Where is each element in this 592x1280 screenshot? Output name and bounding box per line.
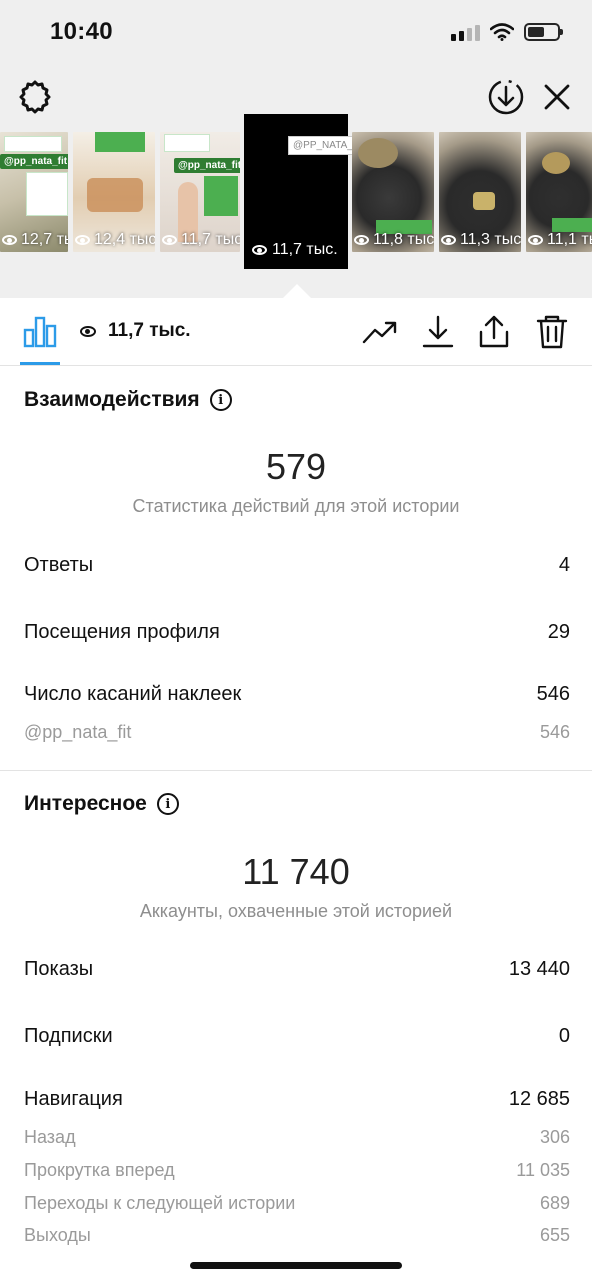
story-thumbnail[interactable]: @pp_nata_fit 11,7 тыс.: [160, 132, 240, 252]
stat-row: Число касаний наклеек 546: [24, 683, 570, 706]
eye-icon: [75, 235, 90, 245]
story-header-area: 10:40 @pp_nata_fit 12,7 т 12,4 тыс. @pp_…: [0, 0, 592, 298]
selected-pointer: [283, 284, 311, 298]
story-thumbnail-selected[interactable]: @PP_NATA_FIT 11,7 тыс.: [244, 114, 373, 269]
home-indicator[interactable]: [190, 1262, 402, 1269]
stat-row: Подписки 0: [24, 1025, 570, 1048]
status-icons: [451, 20, 563, 44]
story-thumbnail[interactable]: 11,3 тыс.: [439, 132, 521, 252]
eye-icon: [252, 245, 267, 255]
download-icon[interactable]: [420, 314, 456, 350]
thumbnail-views: 11,1 тыс.: [528, 231, 592, 249]
stat-value: 546: [539, 722, 570, 742]
thumbnail-views: 11,7 тыс.: [252, 241, 338, 259]
stat-value: 689: [539, 1193, 570, 1213]
trash-icon[interactable]: [534, 314, 570, 350]
battery-icon: [524, 23, 563, 41]
story-thumbnail[interactable]: @pp_nata_fit 12,7 тыс.: [0, 132, 68, 252]
stat-value: 546: [536, 683, 570, 705]
info-icon[interactable]: i: [156, 793, 179, 815]
gear-icon[interactable]: [16, 78, 54, 116]
thumbnail-views: 11,8 тыс.: [354, 231, 434, 249]
eye-icon: [2, 235, 17, 245]
stat-subrow: Переходы к следующей истории 689: [24, 1193, 570, 1214]
wifi-icon: [490, 23, 514, 41]
stat-subrow: @pp_nata_fit 546: [24, 722, 570, 743]
stat-label: @pp_nata_fit: [24, 722, 132, 742]
story-thumbnail[interactable]: 12,4 тыс.: [73, 132, 155, 252]
story-thumbnail[interactable]: 11,1 тыс.: [526, 132, 592, 252]
trending-icon[interactable]: [362, 314, 398, 350]
stat-value: 306: [539, 1127, 570, 1147]
thumbnail-views: 12,4 тыс.: [75, 231, 155, 249]
thumbnail-views: 11,3 тыс.: [441, 231, 521, 249]
eye-icon: [80, 325, 96, 337]
status-time: 10:40: [50, 18, 113, 45]
thumbnail-views: 11,7 тыс.: [162, 231, 240, 249]
stat-value: 0: [558, 1025, 570, 1047]
stat-value: 12 685: [508, 1088, 570, 1110]
stat-value: 13 440: [508, 958, 570, 980]
signal-icon: [451, 23, 480, 41]
thumbnail-handle: @pp_nata_fit: [174, 158, 240, 173]
thumbnail-views: 12,7 тыс.: [2, 231, 68, 249]
thumbnail-handle: @pp_nata_fit: [0, 154, 68, 169]
stat-value: 4: [558, 554, 570, 576]
status-bar: 10:40: [0, 0, 592, 64]
stat-subrow: Выходы 655: [24, 1225, 570, 1246]
discovery-title: Интересное i: [24, 792, 179, 816]
thumbnail-caption: [4, 136, 62, 152]
thumbnail-photo: [542, 152, 570, 174]
eye-icon: [528, 235, 543, 245]
stat-label: Число касаний наклеек: [24, 683, 242, 705]
insights-toolbar: 11,7 тыс.: [0, 298, 592, 366]
stat-label: Переходы к следующей истории: [24, 1193, 296, 1213]
discovery-total: 11 740: [242, 851, 350, 892]
stat-row: Показы 13 440: [24, 958, 570, 981]
toolbar-views-count: 11,7 тыс.: [108, 320, 191, 341]
stat-value: 29: [547, 621, 570, 643]
stat-label: Показы: [24, 958, 94, 980]
thumbnail-caption: [204, 176, 238, 216]
thumbnail-caption: [95, 132, 145, 152]
stat-label: Посещения профиля: [24, 621, 220, 643]
interactions-total: 579: [265, 446, 327, 487]
download-circle-icon[interactable]: [487, 78, 525, 116]
thumbnail-caption: [164, 134, 210, 152]
stat-label: Прокрутка вперед: [24, 1160, 175, 1180]
discovery-subtitle: Аккаунты, охваченные этой историей: [139, 901, 453, 921]
info-icon[interactable]: i: [209, 389, 232, 411]
stat-subrow: Прокрутка вперед 11 035: [24, 1160, 570, 1181]
stat-value: 11 035: [516, 1160, 570, 1180]
thumbnail-photo: [473, 192, 495, 210]
stat-subrow: Назад 306: [24, 1127, 570, 1148]
interactions-title: Взаимодействия i: [24, 388, 232, 412]
stat-label: Ответы: [24, 554, 94, 576]
eye-icon: [441, 235, 456, 245]
story-thumbnail[interactable]: 11,8 тыс.: [352, 132, 434, 252]
eye-icon: [354, 235, 369, 245]
close-icon[interactable]: [540, 80, 574, 114]
stat-row: Ответы 4: [24, 554, 570, 577]
stat-label: Выходы: [24, 1225, 91, 1245]
stat-value: 655: [539, 1225, 570, 1245]
section-divider: [0, 770, 592, 771]
stat-row: Посещения профиля 29: [24, 621, 570, 644]
stat-label: Подписки: [24, 1025, 113, 1047]
thumbnail-photo: [358, 138, 398, 168]
story-thumbnails: @pp_nata_fit 12,7 тыс. 12,4 тыс. @pp_nat…: [0, 114, 592, 274]
toolbar-views: 11,7 тыс.: [80, 320, 191, 342]
thumbnail-photo: [87, 178, 143, 212]
stat-row: Навигация 12 685: [24, 1088, 570, 1111]
stat-label: Навигация: [24, 1088, 123, 1110]
thumbnail-caption: [552, 218, 592, 232]
bar-chart-icon[interactable]: [22, 314, 58, 348]
eye-icon: [162, 235, 177, 245]
share-icon[interactable]: [476, 314, 512, 350]
stat-label: Назад: [24, 1127, 76, 1147]
interactions-subtitle: Статистика действий для этой истории: [132, 496, 460, 516]
tab-indicator: [20, 362, 60, 365]
thumbnail-caption: [26, 172, 68, 216]
